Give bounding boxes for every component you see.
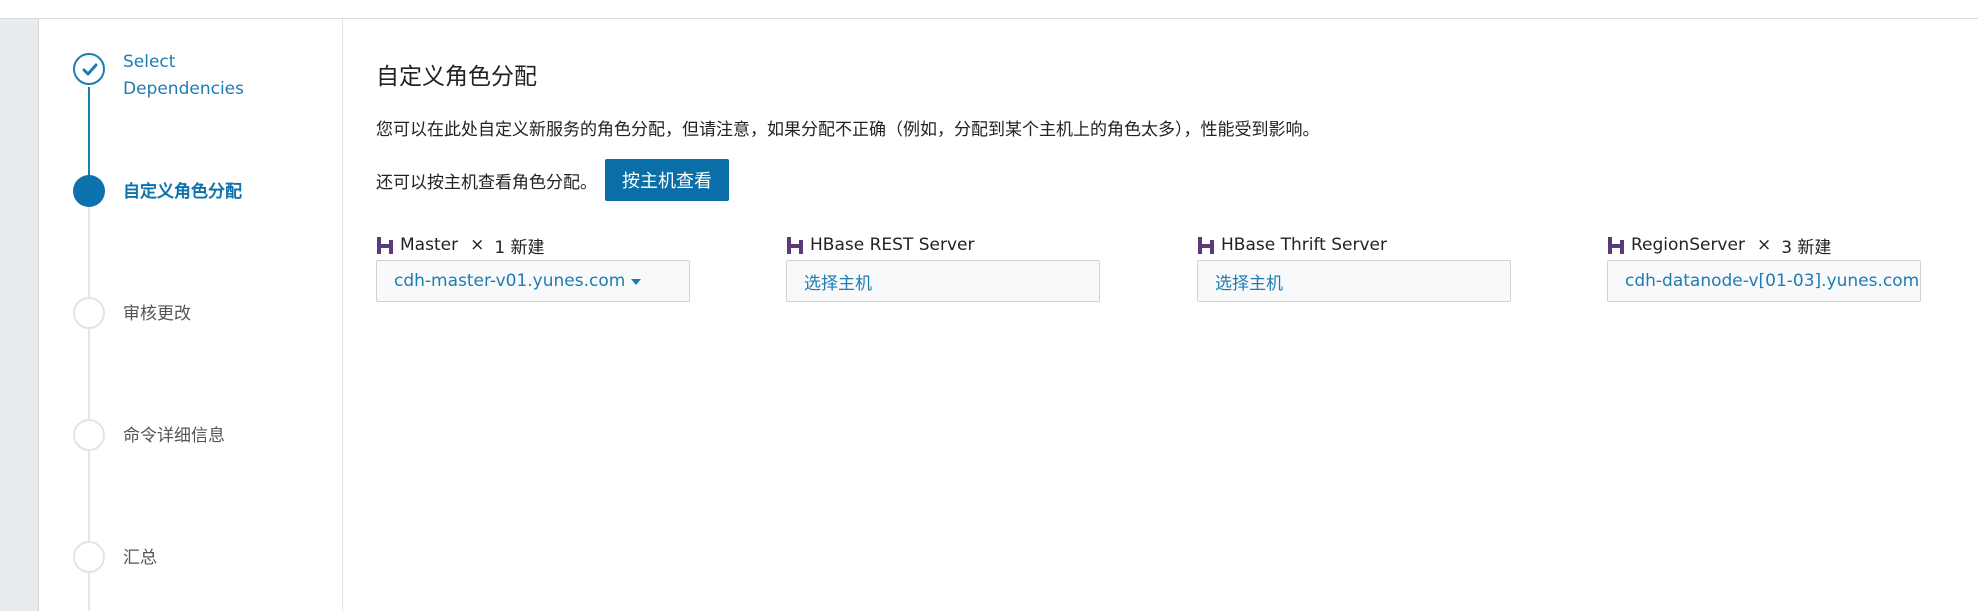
role-name: HBase Thrift Server [1221, 235, 1387, 255]
host-value: 选择主机 [1215, 273, 1283, 294]
step-label-line1: Select [123, 52, 176, 72]
wizard-steps-sidebar: Select Dependencies 自定义角色分配 审核更改 命令详细信息 … [39, 19, 343, 611]
check-icon [82, 63, 98, 76]
role-name: Master [400, 235, 459, 255]
step-done-circle [73, 53, 105, 85]
host-value: cdh-datanode-v[01-03].yunes.com. [1625, 271, 1921, 291]
role-count: 1 新建 [494, 237, 545, 258]
view-by-host-text: 还可以按主机查看角色分配。 [376, 172, 597, 193]
view-by-host-button[interactable]: 按主机查看 [605, 159, 729, 201]
step-pending-circle [73, 419, 105, 451]
step-label: Select Dependencies [123, 49, 244, 103]
role-regionserver: RegionServer × 3 新建 cdh-datanode-v[01-03… [1607, 232, 1921, 302]
step-select-dependencies[interactable]: Select Dependencies [73, 52, 333, 109]
host-value: cdh-master-v01.yunes.com [394, 271, 626, 291]
step-active-circle [73, 175, 105, 207]
step-label: 命令详细信息 [123, 426, 225, 446]
role-hbase-thrift-server: HBase Thrift Server 选择主机 [1197, 232, 1511, 302]
host-selector-hbase-thrift-server[interactable]: 选择主机 [1197, 260, 1511, 302]
host-selector-hbase-rest-server[interactable]: 选择主机 [786, 260, 1100, 302]
hbase-icon [377, 237, 393, 254]
step-label: 汇总 [123, 548, 157, 568]
step-label-line2: Dependencies [123, 79, 244, 99]
host-selector-master[interactable]: cdh-master-v01.yunes.com [376, 260, 690, 302]
step-summary[interactable]: 汇总 [73, 541, 333, 573]
page-title: 自定义角色分配 [376, 64, 537, 90]
host-value: 选择主机 [804, 273, 872, 294]
hbase-icon [1198, 237, 1214, 254]
role-hbase-rest-server: HBase REST Server 选择主机 [786, 232, 1100, 302]
role-header: HBase REST Server [786, 232, 1100, 258]
step-pending-circle [73, 541, 105, 573]
host-selector-regionserver[interactable]: cdh-datanode-v[01-03].yunes.com. [1607, 260, 1921, 302]
caret-down-icon [631, 279, 642, 285]
step-label: 审核更改 [123, 304, 191, 324]
role-name: RegionServer [1631, 235, 1745, 255]
role-header: RegionServer × 3 新建 [1607, 232, 1921, 258]
step-pending-circle [73, 297, 105, 329]
top-bar [0, 0, 1978, 19]
view-by-host-row: 还可以按主机查看角色分配。 按主机查看 [376, 159, 729, 201]
role-master: Master × 1 新建 cdh-master-v01.yunes.com [376, 232, 690, 302]
role-multiplier: × [1756, 235, 1772, 255]
hbase-icon [787, 237, 803, 254]
page-description: 您可以在此处自定义新服务的角色分配，但请注意，如果分配不正确（例如，分配到某个主… [376, 120, 1320, 140]
role-name: HBase REST Server [810, 235, 975, 255]
role-header: HBase Thrift Server [1197, 232, 1511, 258]
left-gutter [0, 19, 39, 611]
step-command-details[interactable]: 命令详细信息 [73, 419, 333, 451]
role-header: Master × 1 新建 [376, 232, 690, 258]
step-review-changes[interactable]: 审核更改 [73, 297, 333, 329]
role-count: 3 新建 [1781, 237, 1832, 258]
step-custom-role-assignment[interactable]: 自定义角色分配 [73, 175, 333, 207]
hbase-icon [1608, 237, 1624, 254]
role-multiplier: × [470, 235, 485, 255]
step-label: 自定义角色分配 [123, 182, 242, 202]
